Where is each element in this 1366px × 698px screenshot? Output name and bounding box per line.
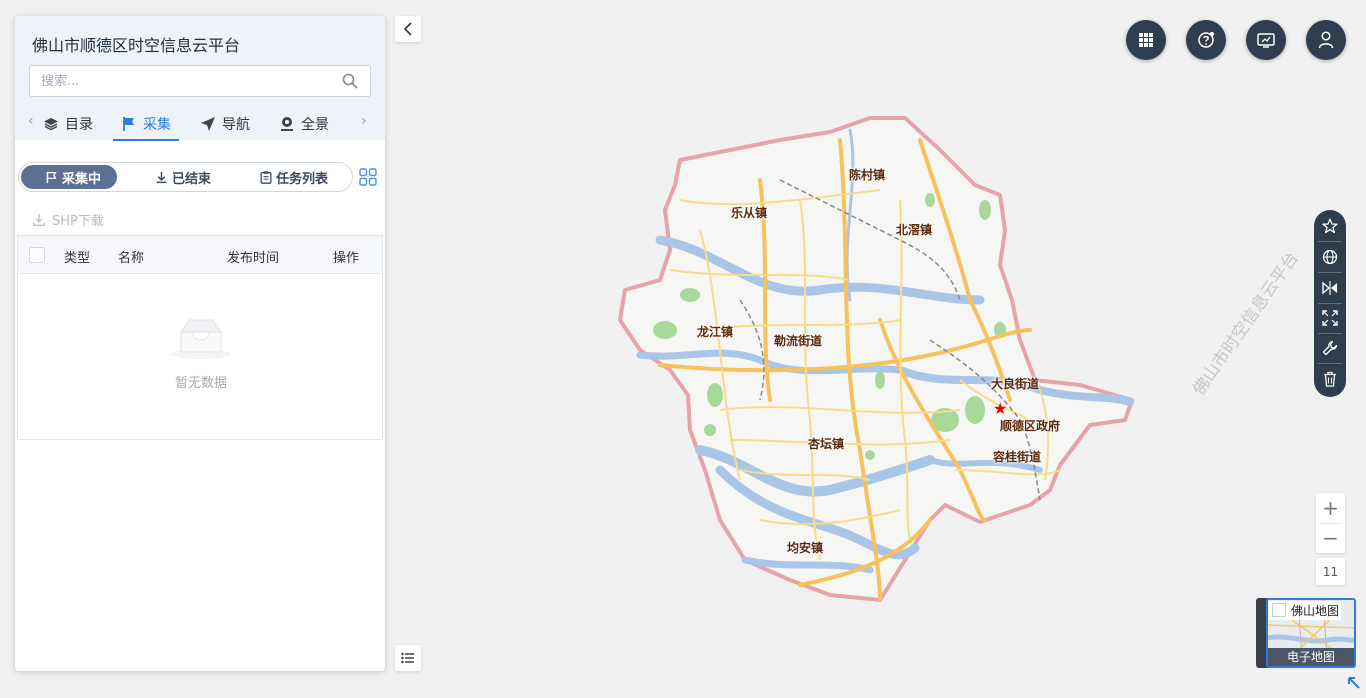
tabs-next-icon[interactable]: ›	[361, 113, 367, 129]
user-button[interactable]	[1306, 20, 1346, 60]
help-button[interactable]	[1186, 20, 1226, 60]
government-star-icon[interactable]: ★	[993, 401, 1007, 417]
wrench-icon	[1322, 340, 1338, 356]
tab-collect[interactable]: 采集	[113, 106, 179, 141]
column-header-type: 类型	[64, 251, 91, 266]
place-label-chencun: 陈村镇	[849, 168, 886, 182]
column-header-actions: 操作	[333, 251, 360, 266]
compare-icon	[1322, 281, 1337, 295]
tab-label: 全景	[301, 116, 329, 133]
empty-inbox-icon	[171, 319, 231, 359]
compare-tool[interactable]	[1318, 276, 1342, 300]
screen-button[interactable]	[1246, 20, 1286, 60]
place-label-junan: 均安镇	[787, 541, 824, 555]
segment-collecting[interactable]: 采集中	[21, 165, 118, 189]
empty-state	[18, 316, 384, 364]
tabs-prev-icon[interactable]: ‹	[28, 113, 34, 129]
zoom-out-button[interactable]: −	[1316, 523, 1345, 553]
chevron-left-icon	[403, 22, 412, 36]
download-icon	[156, 171, 167, 183]
basemap-checkbox[interactable]	[1272, 603, 1286, 617]
table-header: 类型 名称 发布时间 操作	[18, 236, 382, 274]
basemap-top-label: 佛山地图	[1291, 604, 1340, 618]
column-header-name: 名称	[118, 251, 145, 266]
list-icon	[401, 652, 414, 664]
shp-download-label: SHP下载	[52, 214, 104, 229]
collapse-panel-button[interactable]	[395, 16, 421, 42]
collect-table: 类型 名称 发布时间 操作 暂无数据	[17, 235, 383, 440]
trash-icon	[1324, 371, 1336, 387]
tab-catalog[interactable]: 目录	[43, 106, 93, 141]
grid-view-icon[interactable]	[359, 168, 377, 186]
user-icon	[1318, 31, 1334, 49]
flag-icon	[46, 171, 57, 183]
place-label-xingtan: 杏坛镇	[808, 437, 845, 451]
tab-label: 导航	[222, 116, 250, 133]
basemap-option-foshan[interactable]: 佛山地图	[1269, 601, 1342, 620]
platform-title: 佛山市顺德区时空信息云平台	[32, 36, 241, 55]
globe-icon	[1322, 249, 1338, 265]
collect-segment-control: 采集中 已结束 任务列表	[18, 162, 353, 192]
screen-icon	[1257, 33, 1275, 48]
place-label-leliu: 勒流街道	[774, 334, 823, 348]
fullscreen-icon	[1322, 310, 1338, 326]
shp-download-button[interactable]: SHP下载	[32, 210, 104, 229]
zoom-level-indicator: 11	[1316, 558, 1345, 585]
flag-icon	[123, 116, 134, 131]
apps-grid-button[interactable]	[1126, 20, 1166, 60]
place-label-daliang: 大良街道	[991, 377, 1040, 391]
place-label-government: 顺德区政府	[1000, 419, 1061, 433]
search-box[interactable]	[29, 65, 371, 97]
map-toolbar	[1314, 210, 1346, 397]
fullscreen-tool[interactable]	[1318, 306, 1342, 330]
side-panel: 佛山市顺德区时空信息云平台 ‹ 目录	[15, 16, 385, 671]
apps-grid-icon	[1139, 33, 1153, 47]
place-label-longjiang: 龙江镇	[697, 325, 734, 339]
star-icon	[1322, 218, 1338, 234]
zoom-control: + −	[1316, 493, 1345, 553]
place-label-beijiao: 北滘镇	[896, 223, 933, 237]
legend-list-button[interactable]	[395, 645, 421, 671]
column-header-publish-time: 发布时间	[227, 251, 280, 266]
layers-icon	[44, 117, 58, 130]
download-icon	[33, 213, 45, 226]
segment-task-list[interactable]: 任务列表	[260, 165, 328, 189]
clipboard-icon	[260, 170, 272, 184]
help-icon	[1198, 32, 1214, 48]
segment-finished[interactable]: 已结束	[155, 165, 211, 189]
navigation-arrow-icon	[201, 116, 215, 131]
select-all-checkbox[interactable]	[29, 247, 45, 263]
basemap-bottom-label: 电子地图	[1268, 648, 1354, 666]
search-input[interactable]	[30, 66, 330, 96]
search-icon[interactable]	[342, 73, 358, 89]
tools-tool[interactable]	[1318, 336, 1342, 360]
segment-label: 任务列表	[276, 171, 329, 187]
tab-label: 目录	[65, 116, 93, 133]
segment-label: 采集中	[62, 171, 102, 187]
favorite-tool[interactable]	[1318, 214, 1342, 238]
tab-navigation[interactable]: 导航	[200, 106, 250, 141]
zoom-in-button[interactable]: +	[1316, 493, 1345, 523]
empty-text: 暂无数据	[174, 376, 227, 391]
place-label-lecong: 乐从镇	[731, 206, 768, 220]
clear-tool[interactable]	[1318, 367, 1342, 391]
panel-tabs: ‹ 目录 采集 导航 全景 ›	[15, 106, 385, 141]
tab-label: 采集	[143, 116, 171, 133]
tab-panorama[interactable]: 全景	[279, 106, 329, 141]
expand-arrow-icon[interactable]	[1348, 677, 1360, 689]
globe-tool[interactable]	[1318, 245, 1342, 269]
segment-label: 已结束	[172, 171, 212, 187]
panorama-pin-icon	[281, 116, 293, 131]
panel-header: 佛山市顺德区时空信息云平台 ‹ 目录	[15, 16, 385, 141]
place-label-ronggui: 容桂街道	[993, 450, 1042, 464]
